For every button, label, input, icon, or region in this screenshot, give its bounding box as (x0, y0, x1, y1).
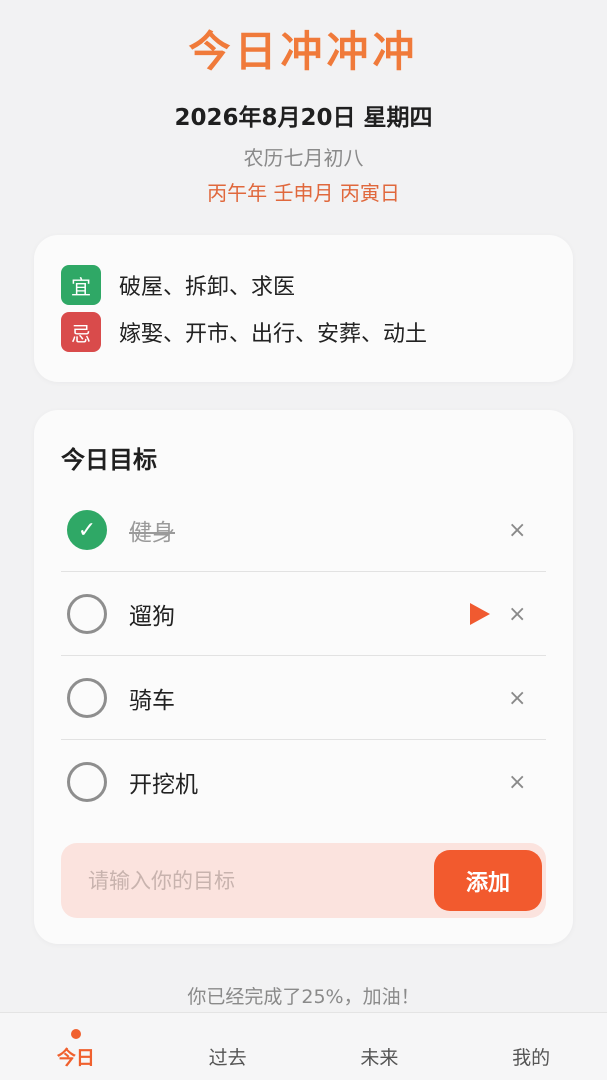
app-title: 今日冲冲冲 (188, 27, 419, 76)
tab-today[interactable]: 今日 (0, 1013, 152, 1080)
delete-icon[interactable]: × (508, 518, 526, 543)
tab-label: 未来 (360, 1047, 399, 1069)
goal-item: 遛狗 × (61, 572, 546, 656)
goal-text: 健身 (129, 520, 175, 546)
tab-future[interactable]: 未来 (304, 1013, 456, 1080)
goal-text: 开挖机 (129, 772, 198, 798)
app-screen: 今日冲冲冲 2026年8月20日 星期四 农历七月初八 丙午年 壬申月 丙寅日 … (0, 0, 607, 1080)
tab-label: 今日 (56, 1047, 95, 1069)
lunar-date-text: 农历七月初八 (243, 146, 364, 170)
goal-input[interactable] (61, 843, 431, 918)
almanac-bad-row: 忌 嫁娶、开市、出行、安葬、动土 (61, 312, 427, 352)
checked-checkbox-icon[interactable]: ✓ (67, 510, 107, 550)
goal-item: 骑车 × (61, 656, 546, 740)
bad-items-text: 嫁娶、开市、出行、安葬、动土 (119, 322, 428, 347)
tab-label: 过去 (208, 1047, 247, 1069)
bottom-nav: 今日 过去 未来 我的 (0, 1012, 607, 1080)
unchecked-checkbox-icon[interactable] (67, 678, 107, 718)
ganzhi-text: 丙午年 壬申月 丙寅日 (207, 181, 400, 205)
delete-icon[interactable]: × (508, 686, 526, 711)
goal-text: 骑车 (129, 688, 175, 714)
bad-badge: 忌 (61, 312, 101, 352)
goal-item: 开挖机 × (61, 740, 546, 824)
play-icon[interactable] (470, 603, 490, 625)
good-items-text: 破屋、拆卸、求医 (119, 275, 296, 300)
progress-text: 你已经完成了25%，加油！ (187, 986, 420, 1008)
almanac-good-row: 宜 破屋、拆卸、求医 (61, 265, 295, 305)
unchecked-checkbox-icon[interactable] (67, 762, 107, 802)
tab-label: 我的 (512, 1047, 551, 1069)
active-indicator-dot (70, 1029, 81, 1039)
goals-title: 今日目标 (61, 446, 157, 474)
goal-item: ✓ 健身 × (61, 488, 546, 572)
delete-icon[interactable]: × (508, 770, 526, 795)
tab-mine[interactable]: 我的 (455, 1013, 607, 1080)
add-button[interactable]: 添加 (434, 850, 542, 911)
goals-card: 今日目标 ✓ 健身 × 遛狗 × 骑车 × 开挖机 × 添加 (34, 410, 573, 944)
add-goal-bar: 添加 (61, 843, 546, 918)
unchecked-checkbox-icon[interactable] (67, 594, 107, 634)
tab-past[interactable]: 过去 (152, 1013, 304, 1080)
goal-text: 遛狗 (129, 604, 175, 630)
date-text: 2026年8月20日 星期四 (174, 105, 433, 131)
almanac-card: 宜 破屋、拆卸、求医 忌 嫁娶、开市、出行、安葬、动土 (34, 235, 573, 382)
good-badge: 宜 (61, 265, 101, 305)
delete-icon[interactable]: × (508, 602, 526, 627)
